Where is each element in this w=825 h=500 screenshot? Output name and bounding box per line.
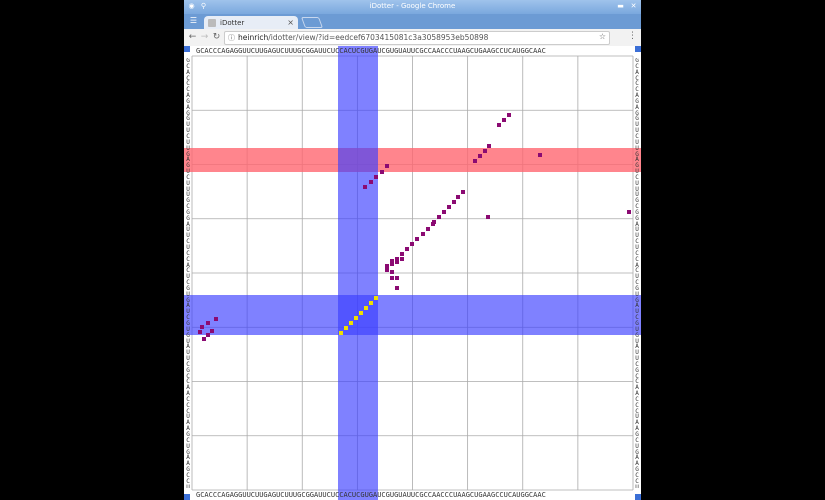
url-path: /idotter/view/?id=eedcef6703415081c3a305… [268,33,489,42]
dotplot-canvas[interactable] [184,46,641,500]
dot [473,159,477,163]
dot [380,170,384,174]
scroll-corner-top-left[interactable] [184,46,190,52]
dot [447,205,451,209]
dot [385,268,389,272]
tab-close-icon[interactable]: × [287,18,294,27]
sequence-top[interactable]: GCACCCAGAGGUUCUUGAGUCUUUGCGGAUUCUCCACUCG… [196,47,629,55]
selected-dot [354,316,358,320]
dot [410,242,414,246]
sequence-bottom[interactable]: GCACCCAGAGGUUCUUGAGUCUUUGCGGAUUCUCCACUCG… [196,491,629,499]
scroll-corner-bottom-left[interactable] [184,494,190,500]
dot [486,215,490,219]
dot [437,215,441,219]
dot [478,154,482,158]
url-host: heinrich [238,33,269,42]
scroll-corner-top-right[interactable] [635,46,641,52]
reload-icon[interactable]: ↻ [211,31,222,43]
selected-dot [339,331,343,335]
dot [206,333,210,337]
selected-dot [344,326,348,330]
dot [400,252,404,256]
dot [200,325,204,329]
selected-dot [374,296,378,300]
dot [390,262,394,266]
dot [415,237,419,241]
app-menu-icon[interactable]: ☰ [188,15,199,27]
dot [452,200,456,204]
dot [202,337,206,341]
dot [442,210,446,214]
dot [502,118,506,122]
dot [627,210,631,214]
dot [390,270,394,274]
dot [369,180,373,184]
page-favicon-icon [208,19,216,27]
dot [538,153,542,157]
dot [385,164,389,168]
close-window-icon[interactable]: ✕ [629,2,638,11]
tab-bar: ☰ iDotter × [184,14,641,29]
browser-toolbar: ← → ↻ ⓘ heinrich/idotter/view/?id=eedcef… [184,29,641,47]
dot [385,264,389,268]
dot [400,257,404,261]
browser-window: ◉ ⚲ iDotter - Google Chrome ▬ ✕ ☰ iDotte… [184,0,641,500]
dot [432,220,436,224]
dot [214,317,218,321]
window-title: iDotter - Google Chrome [369,2,456,10]
dot [395,276,399,280]
address-bar[interactable]: ⓘ heinrich/idotter/view/?id=eedcef670341… [224,31,610,45]
page-info-icon[interactable]: ⓘ [228,33,235,43]
forward-icon[interactable]: → [199,31,210,43]
url-text[interactable]: heinrich/idotter/view/?id=eedcef67034150… [238,33,578,42]
dot [395,260,399,264]
sequence-left[interactable]: GCACCCAGAGGUUCUUGAGUCUUUGCGGAUUCUCCACUCG… [185,58,191,488]
dot [497,123,501,127]
selected-dot [359,311,363,315]
tab-idotter[interactable]: iDotter × [204,16,298,29]
dot [206,321,210,325]
selected-dot [349,321,353,325]
highlight-row-red [184,148,641,172]
dot [431,222,435,226]
dot [461,190,465,194]
dot [395,257,399,261]
dot [210,329,214,333]
selected-dot [364,306,368,310]
dot [426,227,430,231]
browser-menu-icon[interactable]: ⋮ [628,31,637,41]
dot [395,286,399,290]
dot [374,175,378,179]
back-icon[interactable]: ← [187,31,198,43]
tab-label: iDotter [220,19,245,27]
dot [363,185,367,189]
dot [483,149,487,153]
scroll-corner-bottom-right[interactable] [635,494,641,500]
dot [507,113,511,117]
sequence-right[interactable]: GCACCCAGAGGUUCUUGAGUCUUUGCGGAUUCUCCACUCG… [634,58,640,488]
dot [198,330,202,334]
dot [421,232,425,236]
dotplot-viewer: GCACCCAGAGGUUCUUGAGUCUUUGCGGAUUCUCCACUCG… [184,46,641,500]
title-bar: ◉ ⚲ iDotter - Google Chrome ▬ ✕ [184,0,641,14]
dot [390,259,394,263]
dot [456,195,460,199]
new-tab-button[interactable] [300,17,324,28]
highlight-column-blue [338,46,378,500]
dot [405,247,409,251]
selected-dot [369,301,373,305]
dot [390,276,394,280]
highlight-row-blue [184,295,641,335]
bookmark-star-icon[interactable]: ☆ [599,32,606,41]
minimize-icon[interactable]: ▬ [616,2,625,11]
dot [487,144,491,148]
